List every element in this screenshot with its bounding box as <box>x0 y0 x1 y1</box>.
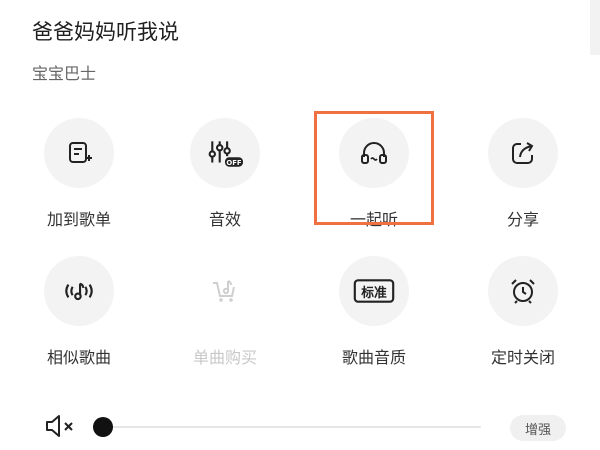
listen-together-button[interactable]: 一起听 <box>299 118 449 238</box>
similar-songs-label: 相似歌曲 <box>46 348 111 367</box>
sleep-timer-button[interactable]: 定时关闭 <box>448 256 598 376</box>
add-to-playlist-label: 加到歌单 <box>46 210 111 229</box>
buy-song-circle <box>190 256 260 326</box>
alarm-clock-icon <box>511 279 535 304</box>
quality-badge: 标准 <box>360 285 387 301</box>
volume-slider-track[interactable] <box>103 426 481 428</box>
buy-song-icon <box>213 280 235 302</box>
headphones-icon <box>361 142 387 164</box>
song-quality-button[interactable]: 标准 歌曲音质 <box>299 256 449 376</box>
similar-songs-icon <box>65 282 93 301</box>
sound-effect-label: 音效 <box>208 210 241 229</box>
listen-together-circle <box>339 118 409 188</box>
volume-mute-icon[interactable] <box>44 413 78 439</box>
share-label: 分享 <box>506 210 539 229</box>
similar-songs-circle <box>44 256 114 326</box>
buy-song-button[interactable]: 单曲购买 <box>150 256 300 376</box>
volume-slider-thumb[interactable] <box>93 417 113 437</box>
add-to-playlist-icon <box>69 142 92 163</box>
song-quality-label: 歌曲音质 <box>341 348 406 367</box>
add-to-playlist-circle <box>44 118 114 188</box>
action-grid: 加到歌单 OFF 音效 一起听 分享 相似歌曲 单曲购买 标准 歌曲音质 定时关… <box>0 0 600 450</box>
share-button[interactable]: 分享 <box>448 118 598 238</box>
listen-together-label: 一起听 <box>349 210 398 229</box>
add-to-playlist-button[interactable]: 加到歌单 <box>4 118 154 238</box>
quality-standard-icon: 标准 <box>353 279 395 303</box>
volume-row: 增强 <box>0 405 600 445</box>
equalizer-off-icon: OFF <box>208 141 243 167</box>
sleep-timer-circle <box>488 256 558 326</box>
buy-song-label: 单曲购买 <box>192 348 257 367</box>
song-quality-circle: 标准 <box>339 256 409 326</box>
sleep-timer-label: 定时关闭 <box>490 348 555 367</box>
effect-off-badge: OFF <box>226 159 242 167</box>
sound-effect-circle: OFF <box>190 118 260 188</box>
share-icon <box>512 142 534 164</box>
enhance-button[interactable]: 增强 <box>510 415 566 441</box>
similar-songs-button[interactable]: 相似歌曲 <box>4 256 154 376</box>
share-circle <box>488 118 558 188</box>
sound-effect-button[interactable]: OFF 音效 <box>150 118 300 238</box>
